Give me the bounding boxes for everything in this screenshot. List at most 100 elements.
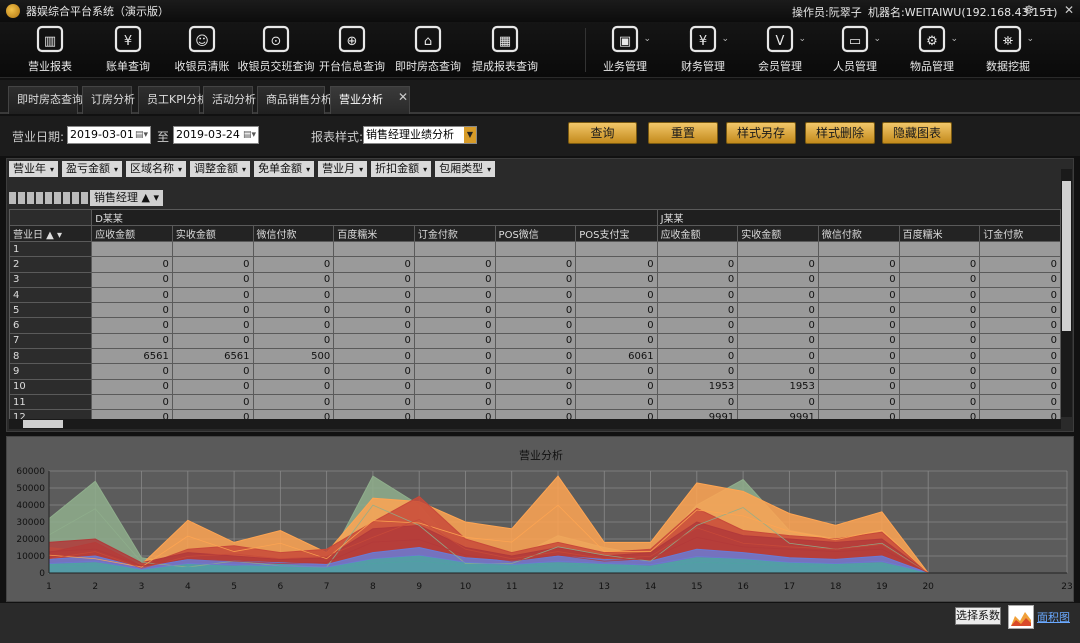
close-tab-icon[interactable]: ✕: [398, 90, 408, 104]
chevron-down-icon[interactable]: ▾: [487, 165, 491, 174]
tab-2[interactable]: 员工KPI分析: [138, 86, 208, 114]
column-header-6[interactable]: POS支付宝: [575, 225, 658, 242]
column-header-3[interactable]: 百度糯米: [333, 225, 415, 242]
calendar-icon[interactable]: ▤▾: [243, 127, 256, 143]
field-handle-icon[interactable]: [45, 192, 52, 204]
chevron-down-icon[interactable]: ⌄: [643, 34, 651, 44]
chevron-down-icon[interactable]: ▾: [306, 165, 310, 174]
table-row[interactable]: 3000000000000: [9, 271, 1061, 288]
area-chart-link[interactable]: 面积图: [1037, 609, 1070, 625]
minimize-icon[interactable]: —: [1040, 2, 1058, 18]
field-handle-icon[interactable]: [63, 192, 70, 204]
field-handle-icon[interactable]: [72, 192, 79, 204]
column-dimension-6[interactable]: 折扣金额 ▾: [371, 161, 432, 177]
chevron-down-icon[interactable]: ▾: [359, 165, 363, 174]
table-row[interactable]: 7000000000000: [9, 332, 1061, 350]
table-row[interactable]: 5000000000000: [9, 302, 1061, 319]
toolbar-button-r4[interactable]: ⚙ 物品管理 ⌄: [894, 22, 970, 78]
field-handle-icon[interactable]: [9, 192, 16, 204]
column-header-8[interactable]: 实收金额: [737, 225, 819, 242]
toolbar-button-l6[interactable]: ▦ 提成报表查询: [467, 22, 543, 78]
table-row[interactable]: 10 0 0 0 0 0 0 0 1953 1953 0 0 0: [9, 378, 1061, 395]
table-cell: 0: [817, 363, 900, 380]
horizontal-scrollbar[interactable]: [9, 419, 1061, 429]
toolbar-button-r3[interactable]: ▭ 人员管理 ⌄: [817, 22, 893, 78]
select-series-button[interactable]: 选择系数: [955, 607, 1001, 625]
column-header-11[interactable]: 订金付款: [979, 225, 1061, 242]
chevron-down-icon[interactable]: ▾: [50, 165, 54, 174]
table-row[interactable]: 11 0 0 0 0 0 0 0 0 0 0 0 0: [9, 393, 1061, 411]
column-header-9[interactable]: 微信付款: [817, 225, 900, 242]
column-header-5[interactable]: POS微信: [494, 225, 577, 242]
toolbar-button-l2[interactable]: ☺ 收银员清账: [164, 22, 240, 78]
table-row[interactable]: 8 6561 6561 500 0 0 0 6061 0 0 0 0 0: [9, 348, 1061, 365]
toolbar-button-r5[interactable]: ⛯ 数据挖掘 ⌄: [970, 22, 1046, 78]
tab-3[interactable]: 活动分析: [203, 86, 256, 114]
table-row[interactable]: 9000000000000: [9, 363, 1061, 380]
chevron-down-icon[interactable]: ▾: [178, 165, 182, 174]
chevron-down-icon[interactable]: ▾: [242, 165, 246, 174]
calendar-icon[interactable]: ▤▾: [135, 127, 148, 143]
column-header-1[interactable]: 实收金额: [171, 225, 254, 242]
date-to-picker[interactable]: 2019-03-24 ▤▾: [173, 126, 259, 144]
toolbar-button-l4[interactable]: ⊕ 开台信息查询: [314, 22, 390, 78]
field-handle-icon[interactable]: [54, 192, 61, 204]
table-row[interactable]: 6000000000000: [9, 317, 1061, 334]
column-header-0[interactable]: 应收金额: [91, 225, 173, 242]
delete-style-button[interactable]: 样式删除: [805, 122, 875, 144]
date-from-picker[interactable]: 2019-03-01 ▤▾: [67, 126, 151, 144]
settings-icon[interactable]: ☸: [1020, 2, 1038, 18]
chevron-down-icon[interactable]: ⌄: [798, 34, 806, 44]
column-dimension-1[interactable]: 盈亏金额 ▾: [62, 161, 123, 177]
column-dimension-2[interactable]: 区域名称 ▾: [126, 161, 187, 177]
row-dimension-sales-manager[interactable]: 销售经理 ▲ ▾: [90, 190, 163, 206]
row-label-header[interactable]: 营业日 ▲ ▾: [9, 225, 93, 242]
chevron-down-icon[interactable]: ▾: [114, 165, 118, 174]
toolbar-button-l3[interactable]: ⊙ 收银员交班查询: [238, 22, 315, 78]
toolbar-button-l0[interactable]: ▥ 营业报表: [12, 22, 88, 78]
tab-0[interactable]: 即时房态查询: [8, 86, 83, 114]
chevron-down-icon[interactable]: ▾: [423, 165, 427, 174]
report-style-select[interactable]: 销售经理业绩分析 ▼: [363, 126, 477, 144]
chevron-down-icon[interactable]: ⌄: [1026, 34, 1034, 44]
toolbar-button-r2[interactable]: V 会员管理 ⌄: [742, 22, 818, 78]
column-header-10[interactable]: 百度糯米: [898, 225, 981, 242]
save-style-button[interactable]: 样式另存: [726, 122, 796, 144]
field-handle-icon[interactable]: [36, 192, 43, 204]
field-handle-icon[interactable]: [81, 192, 88, 204]
dimension-label: 盈亏金额: [66, 162, 111, 175]
table-cell: 0: [252, 409, 335, 419]
chevron-down-icon[interactable]: ⌄: [950, 34, 958, 44]
column-dimension-5[interactable]: 营业月 ▾: [318, 161, 368, 177]
hide-chart-button[interactable]: 隐藏图表: [882, 122, 952, 144]
column-dimension-7[interactable]: 包厢类型 ▾: [435, 161, 496, 177]
toolbar-button-l1[interactable]: ¥ 账单查询: [90, 22, 166, 78]
tab-1[interactable]: 订房分析: [82, 86, 135, 114]
horizontal-scroll-thumb[interactable]: [23, 420, 63, 428]
toolbar-button-l5[interactable]: ⌂ 即时房态查询: [390, 22, 466, 78]
tab-4[interactable]: 商品销售分析: [257, 86, 332, 114]
query-button[interactable]: 查询: [568, 122, 637, 144]
vertical-scrollbar[interactable]: [1061, 169, 1072, 417]
vertical-scroll-thumb[interactable]: [1062, 181, 1071, 331]
table-row[interactable]: 4000000000000: [9, 286, 1061, 304]
column-dimension-3[interactable]: 调整金额 ▾: [190, 161, 251, 177]
reset-button[interactable]: 重置: [648, 122, 718, 144]
chevron-down-icon[interactable]: ⌄: [873, 34, 881, 44]
area-chart-icon[interactable]: [1008, 605, 1034, 629]
field-handle-icon[interactable]: [27, 192, 34, 204]
field-handle-icon[interactable]: [18, 192, 25, 204]
column-header-2[interactable]: 微信付款: [252, 225, 335, 242]
toolbar-button-r0[interactable]: ▣ 业务管理 ⌄: [587, 22, 663, 78]
chevron-down-icon[interactable]: ⌄: [721, 34, 729, 44]
chevron-down-icon[interactable]: ▼: [464, 127, 476, 143]
close-icon[interactable]: ✕: [1060, 2, 1078, 18]
table-row[interactable]: 1: [9, 240, 1061, 258]
toolbar-button-r1[interactable]: ¥ 财务管理 ⌄: [665, 22, 741, 78]
column-header-7[interactable]: 应收金额: [656, 225, 739, 242]
column-dimension-0[interactable]: 营业年 ▾: [9, 161, 59, 177]
column-dimension-4[interactable]: 免单金额 ▾: [254, 161, 315, 177]
column-header-4[interactable]: 订金付款: [413, 225, 496, 242]
table-row[interactable]: 2000000000000: [9, 256, 1061, 273]
table-row[interactable]: 12 0 0 0 0 0 0 0 9991 9991 0 0 0: [9, 409, 1061, 419]
